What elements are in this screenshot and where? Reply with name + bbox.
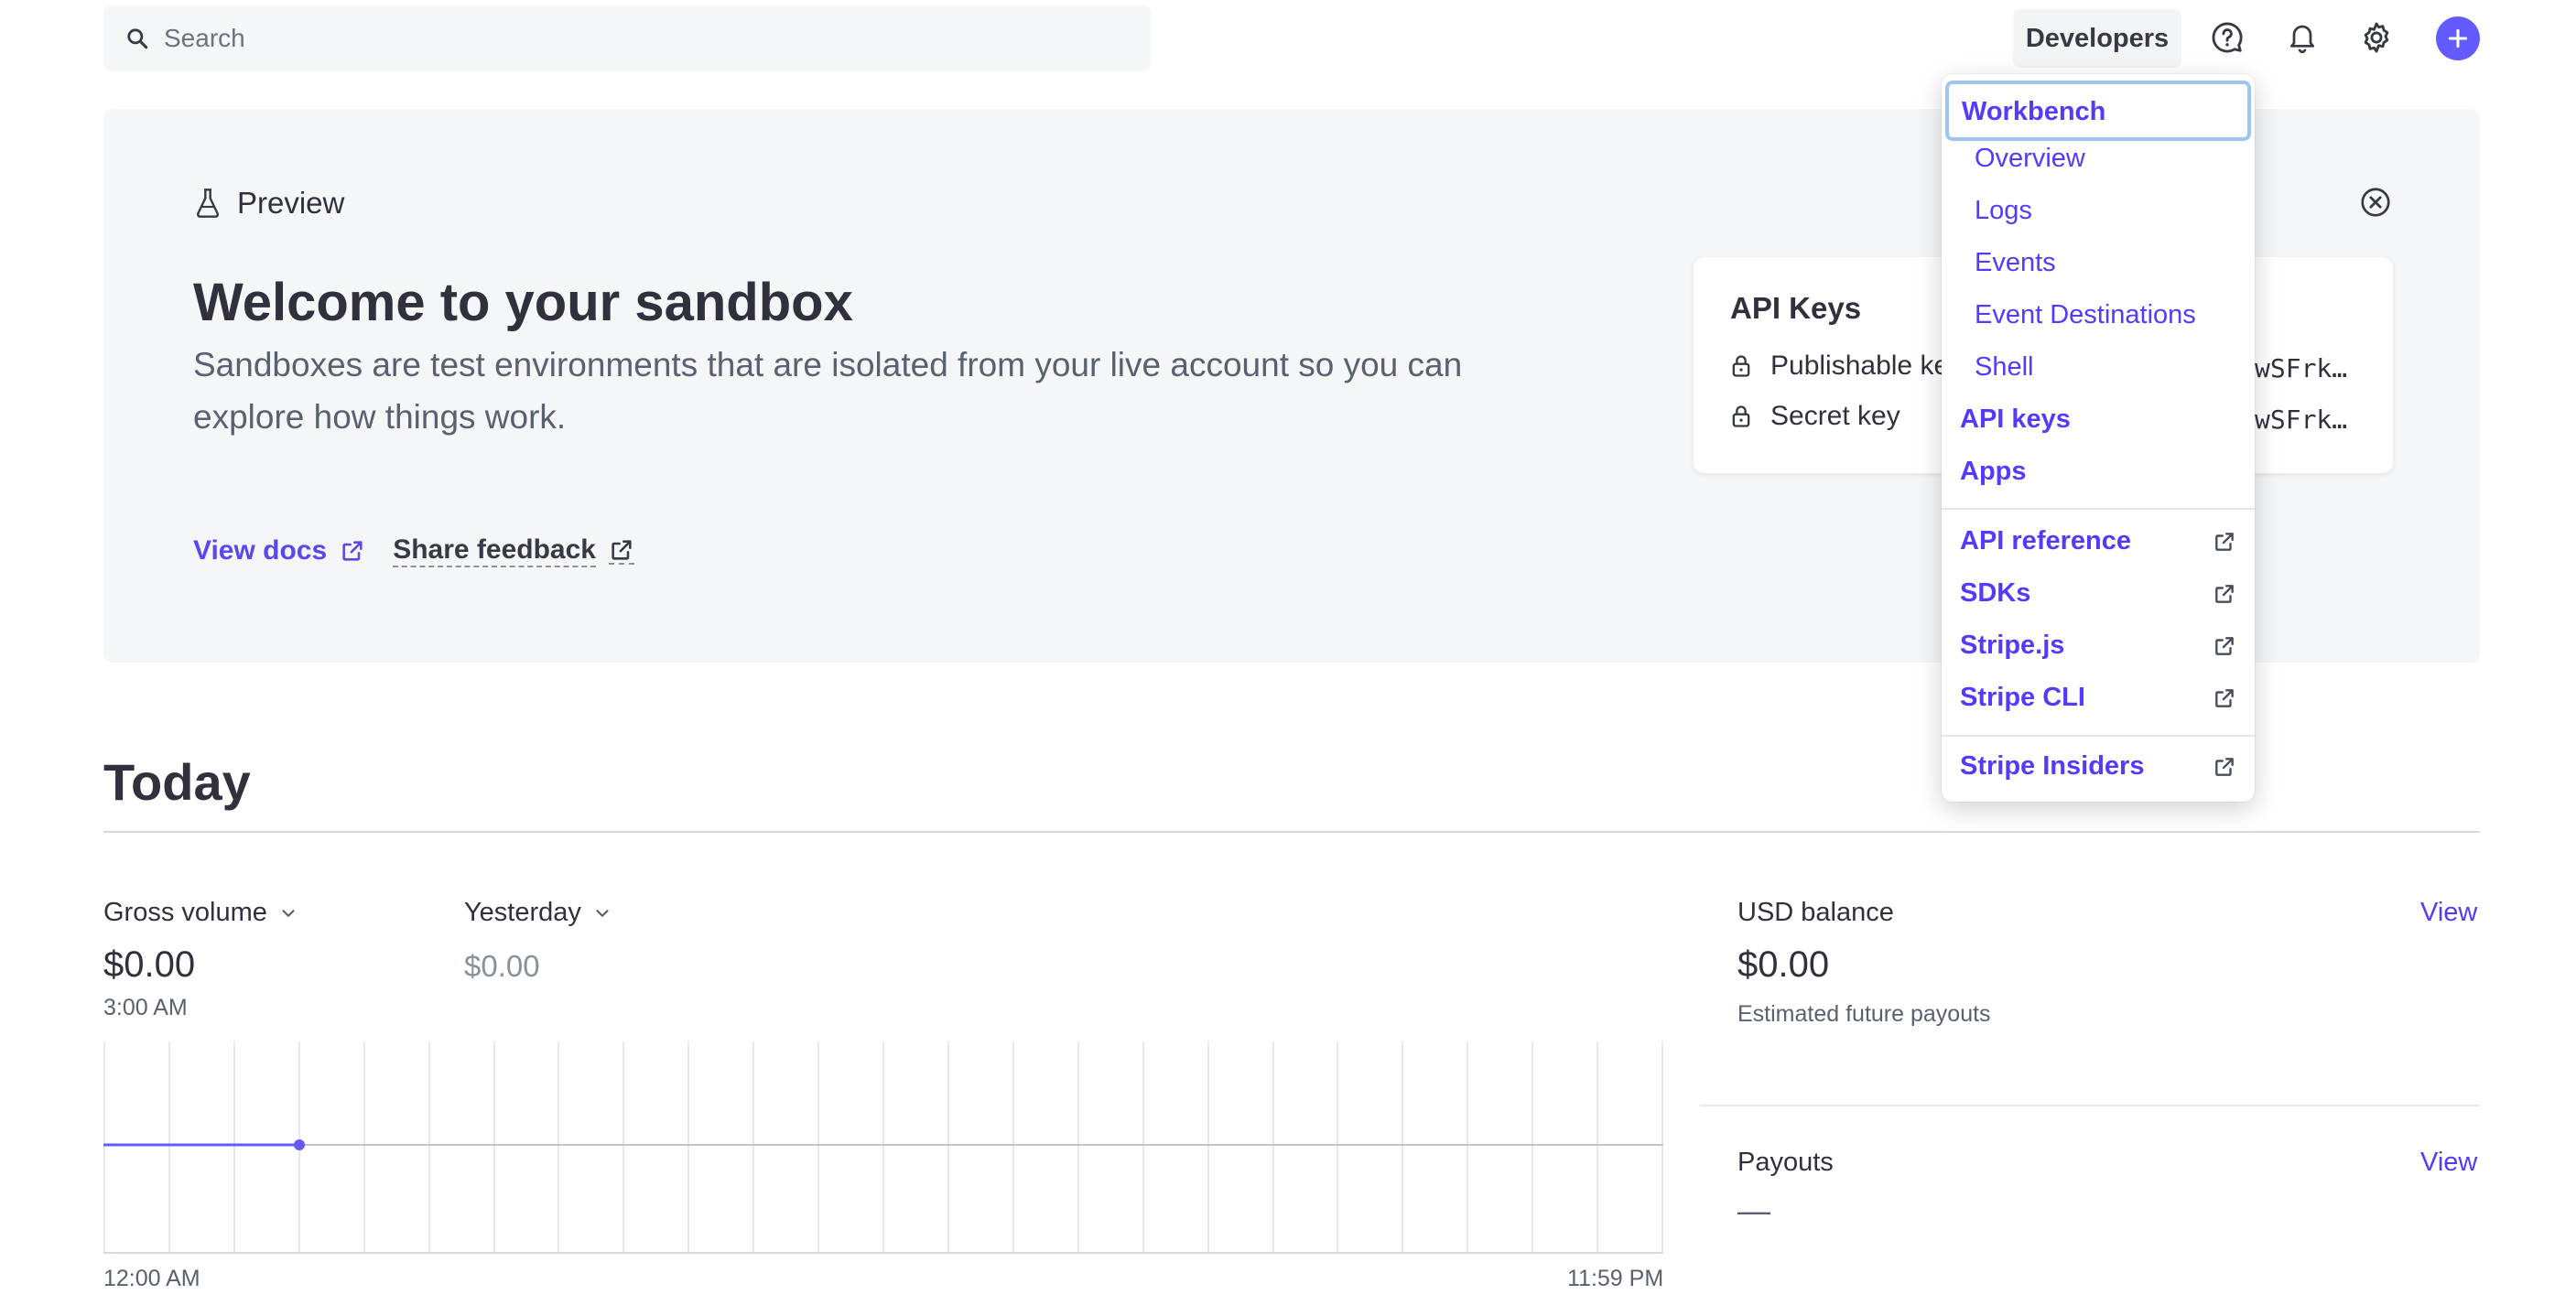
menu-item-workbench[interactable]: Workbench bbox=[1945, 81, 2251, 141]
menu-item-sdks[interactable]: SDKs bbox=[1960, 578, 2236, 609]
external-link-icon bbox=[608, 537, 634, 565]
divider bbox=[103, 831, 2480, 833]
usd-balance-value: $0.00 bbox=[1737, 944, 1830, 985]
menu-label: Stripe.js bbox=[1960, 631, 2065, 660]
chart-x-end-label: 11:59 PM bbox=[1567, 1266, 1664, 1291]
payouts-label: Payouts bbox=[1737, 1148, 1834, 1177]
gross-volume-selector[interactable]: Gross volume bbox=[103, 898, 298, 928]
usd-balance-label: USD balance bbox=[1737, 898, 1894, 927]
external-link-icon bbox=[2213, 530, 2236, 554]
gross-volume-time: 3:00 AM bbox=[103, 995, 188, 1020]
menu-item-api-reference[interactable]: API reference bbox=[1960, 526, 2236, 556]
usd-balance-subtitle: Estimated future payouts bbox=[1737, 1001, 1991, 1027]
menu-item-stripe-insiders[interactable]: Stripe Insiders bbox=[1960, 751, 2236, 782]
compare-period-selector[interactable]: Yesterday bbox=[464, 898, 612, 928]
chart-x-start-label: 12:00 AM bbox=[103, 1266, 200, 1291]
menu-label: Stripe CLI bbox=[1960, 683, 2085, 712]
menu-item-events[interactable]: Events bbox=[1975, 248, 2251, 278]
menu-item-apps[interactable]: Apps bbox=[1960, 457, 2236, 487]
menu-item-event-destinations[interactable]: Event Destinations bbox=[1975, 300, 2251, 330]
publishable-key-value[interactable]: wSFrk… bbox=[2255, 353, 2347, 383]
lock-icon bbox=[1730, 353, 1752, 379]
menu-item-stripe-cli[interactable]: Stripe CLI bbox=[1960, 683, 2236, 713]
view-docs-link[interactable]: View docs bbox=[193, 535, 365, 566]
plus-icon bbox=[2446, 27, 2470, 50]
menu-item-shell[interactable]: Shell bbox=[1975, 352, 2251, 383]
payouts-view-link[interactable]: View bbox=[2420, 1148, 2477, 1178]
view-docs-label: View docs bbox=[193, 535, 328, 566]
payouts-value: — bbox=[1737, 1192, 1770, 1229]
gross-volume-value: $0.00 bbox=[103, 944, 196, 985]
menu-item-stripejs[interactable]: Stripe.js bbox=[1960, 631, 2236, 661]
external-link-icon bbox=[2213, 634, 2236, 658]
menu-label: API reference bbox=[1960, 526, 2131, 556]
api-keys-title: API Keys bbox=[1730, 291, 1862, 325]
banner-links: View docs Share feedback bbox=[193, 534, 634, 567]
gross-volume-label: Gross volume bbox=[103, 898, 267, 927]
chart-canvas bbox=[103, 1041, 1663, 1254]
menu-label: SDKs bbox=[1960, 578, 2031, 608]
chevron-down-icon bbox=[278, 903, 298, 923]
chevron-down-icon bbox=[592, 903, 612, 923]
menu-divider bbox=[1942, 735, 2255, 737]
secret-key-value[interactable]: wSFrk… bbox=[2255, 405, 2347, 435]
share-feedback-label: Share feedback bbox=[393, 534, 596, 567]
publishable-key-row: Publishable key bbox=[1730, 351, 1963, 382]
lock-icon bbox=[1730, 404, 1752, 429]
search-input[interactable]: Search bbox=[103, 5, 1151, 71]
banner-title: Welcome to your sandbox bbox=[193, 273, 853, 332]
menu-item-logs[interactable]: Logs bbox=[1975, 196, 2251, 226]
developers-button[interactable]: Developers bbox=[2013, 9, 2181, 68]
secret-key-row: Secret key bbox=[1730, 401, 1900, 432]
menu-divider bbox=[1942, 508, 2255, 510]
bell-icon[interactable] bbox=[2281, 16, 2323, 59]
flask-icon bbox=[193, 187, 222, 220]
share-feedback-link[interactable]: Share feedback bbox=[393, 534, 634, 567]
external-link-icon bbox=[2213, 582, 2236, 606]
menu-label: Stripe Insiders bbox=[1960, 751, 2145, 781]
banner-description: Sandboxes are test environments that are… bbox=[193, 346, 1463, 436]
menu-item-api-keys[interactable]: API keys bbox=[1960, 405, 2236, 435]
menu-item-overview[interactable]: Overview bbox=[1975, 144, 2251, 174]
today-heading: Today bbox=[103, 753, 251, 811]
usd-balance-view-link[interactable]: View bbox=[2420, 898, 2477, 928]
preview-label: Preview bbox=[237, 186, 345, 220]
help-icon[interactable] bbox=[2206, 16, 2248, 59]
divider bbox=[1700, 1105, 2480, 1106]
search-placeholder: Search bbox=[164, 24, 245, 52]
secret-key-label: Secret key bbox=[1770, 401, 1900, 431]
developers-menu: Overview Logs Events Event Destinations … bbox=[1942, 74, 2255, 802]
close-banner-icon[interactable] bbox=[2359, 186, 2392, 219]
preview-tag: Preview bbox=[193, 186, 344, 221]
compare-period-label: Yesterday bbox=[464, 898, 581, 927]
create-new-button[interactable] bbox=[2436, 16, 2480, 60]
search-icon bbox=[125, 27, 149, 50]
gross-volume-chart bbox=[103, 1041, 1663, 1254]
external-link-icon bbox=[340, 538, 365, 564]
external-link-icon bbox=[2213, 686, 2236, 710]
gear-icon[interactable] bbox=[2355, 16, 2397, 59]
menu-label: Workbench bbox=[1962, 97, 2106, 126]
publishable-key-label: Publishable key bbox=[1770, 351, 1964, 381]
external-link-icon bbox=[2213, 755, 2236, 779]
chart-current-point bbox=[294, 1139, 305, 1150]
compare-value: $0.00 bbox=[464, 949, 540, 983]
